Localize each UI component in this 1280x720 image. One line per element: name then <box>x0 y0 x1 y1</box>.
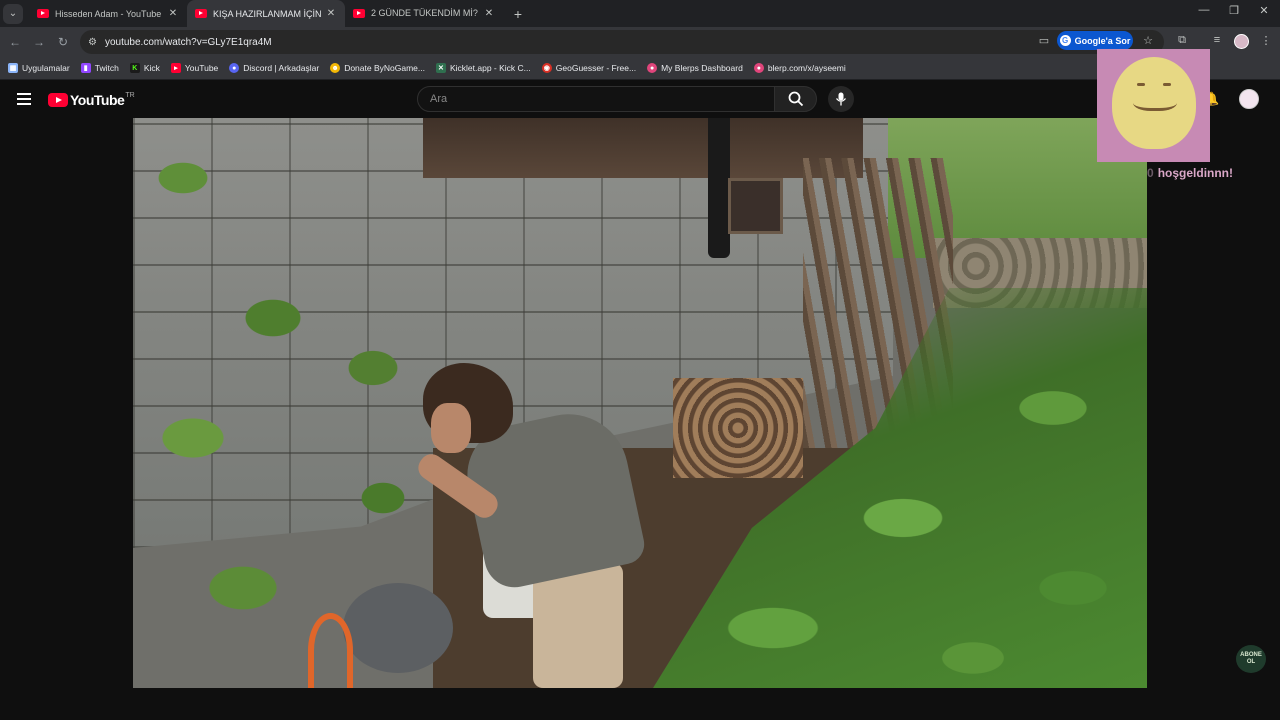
sticker-eye <box>1137 83 1145 86</box>
tab-search-dropdown-icon[interactable]: ⌄ <box>3 3 23 24</box>
microphone-icon <box>835 92 847 106</box>
tab-title: Hisseden Adam - YouTube <box>55 8 162 19</box>
bookmark-label: Twitch <box>94 63 119 73</box>
bookmark-star-icon[interactable]: ☆ <box>1140 34 1156 47</box>
video-firewood-pile <box>673 378 803 478</box>
search-input[interactable]: Ara <box>417 86 775 112</box>
bookmark-item[interactable]: K Kick <box>129 63 160 73</box>
sticker-mouth <box>1133 91 1177 111</box>
bynogame-icon: ☻ <box>330 63 341 73</box>
youtube-wordmark: YouTube <box>70 92 125 108</box>
kicklet-icon: ✕ <box>435 63 446 73</box>
video-person-pants <box>533 563 623 688</box>
greeting-prefix: 0 <box>1147 166 1154 180</box>
bookmark-label: GeoGuesser - Free... <box>555 63 637 73</box>
sticker-eye <box>1163 83 1171 86</box>
blerp-icon: ● <box>647 63 658 73</box>
minimize-window-button[interactable]: — <box>1194 4 1214 16</box>
youtube-logo[interactable]: YouTube TR <box>48 92 135 108</box>
apps-icon: ▦ <box>8 63 18 73</box>
address-bar[interactable]: ⚙ youtube.com/watch?v=GLy7E1qra4M <box>80 30 1164 54</box>
extensions-icon[interactable]: ⧉ <box>1174 34 1190 47</box>
browser-toolbar: ← → ↻ ⚙ youtube.com/watch?v=GLy7E1qra4M … <box>0 27 1280 57</box>
blerp-icon: ● <box>753 63 764 73</box>
bookmark-label: Uygulamalar <box>22 63 70 73</box>
browser-tab-active[interactable]: KIŞA HAZIRLANMAM İÇİN 1 HA ✕ <box>187 0 345 27</box>
media-controls-icon[interactable]: ≡ <box>1209 34 1225 46</box>
reload-icon[interactable]: ↻ <box>51 35 75 49</box>
stream-greeting: 0 hoşgeldinnn! <box>1147 166 1233 180</box>
bookmark-item[interactable]: ☻ Donate ByNoGame... <box>330 63 425 73</box>
bookmark-label: Donate ByNoGame... <box>344 63 425 73</box>
bookmark-item[interactable]: ● Discord | Arkadaşlar <box>229 63 319 73</box>
forward-arrow-icon[interactable]: → <box>27 35 51 49</box>
bookmark-item[interactable]: ▮ Twitch <box>80 63 119 73</box>
new-tab-button[interactable]: + <box>509 6 527 22</box>
discord-icon: ● <box>229 63 240 73</box>
video-window <box>728 178 783 234</box>
browser-tab[interactable]: Hisseden Adam - YouTube ✕ <box>29 0 187 27</box>
bookmark-label: Kick <box>143 63 160 73</box>
tab-close-icon[interactable]: ✕ <box>167 8 179 19</box>
tab-title: 2 GÜNDE TÜKENDİM Mİ? ▯ | A <box>371 8 479 18</box>
video-stove-pipe <box>708 118 730 258</box>
search-icon <box>788 91 803 107</box>
browser-menu-icon[interactable]: ⋮ <box>1258 34 1274 47</box>
browser-tab-strip: ⌄ Hisseden Adam - YouTube ✕ KIŞA HAZIRLA… <box>0 0 1280 27</box>
bookmark-item[interactable]: ● My Blerps Dashboard <box>647 63 743 73</box>
restore-window-button[interactable]: ❐ <box>1224 4 1244 17</box>
country-code: TR <box>125 92 135 99</box>
bookmark-item[interactable]: ◉ GeoGuesser - Free... <box>541 63 637 73</box>
bookmark-item[interactable]: ● blerp.com/x/ayseemi <box>753 63 846 73</box>
bookmark-label: My Blerps Dashboard <box>661 63 743 73</box>
google-lens-icon: G <box>1059 35 1071 46</box>
voice-search-button[interactable] <box>828 86 854 112</box>
greeting-text: hoşgeldinnn! <box>1157 166 1234 180</box>
cast-icon[interactable]: ▭ <box>1036 34 1052 47</box>
bookmark-item[interactable]: ▸ YouTube <box>170 63 219 73</box>
bookmark-item[interactable]: ▦ Uygulamalar <box>8 63 70 73</box>
geoguessr-icon: ◉ <box>541 63 552 73</box>
google-ask-label: Google'a Sor <box>1074 35 1131 46</box>
stream-overlay-sticker <box>1097 49 1210 162</box>
video-roof <box>423 118 863 178</box>
twitch-icon: ▮ <box>80 63 91 73</box>
close-window-button[interactable]: ✕ <box>1254 4 1274 17</box>
youtube-favicon-icon <box>353 9 365 18</box>
video-plants-left <box>133 118 453 688</box>
bookmark-label: Discord | Arkadaşlar <box>243 63 320 73</box>
bookmarks-bar: ▦ Uygulamalar ▮ Twitch K Kick ▸ YouTube ● Dis… <box>0 57 1280 80</box>
kick-icon: K <box>129 63 140 73</box>
site-info-icon[interactable]: ⚙ <box>88 37 97 48</box>
google-ask-button[interactable]: G Google'a Sor <box>1057 31 1133 50</box>
subscribe-watermark[interactable]: ABONE OL <box>1236 645 1266 673</box>
tab-title: KIŞA HAZIRLANMAM İÇİN 1 HA <box>213 8 321 19</box>
browser-profile-avatar[interactable] <box>1234 34 1249 49</box>
video-player[interactable] <box>133 118 1147 688</box>
search-button[interactable] <box>774 86 817 112</box>
bookmark-label: YouTube <box>184 63 219 73</box>
youtube-play-icon <box>48 93 68 107</box>
browser-tab[interactable]: 2 GÜNDE TÜKENDİM Mİ? ▯ | A ✕ <box>345 0 503 27</box>
bookmark-label: Kicklet.app - Kick C... <box>449 63 531 73</box>
bookmark-item[interactable]: ✕ Kicklet.app - Kick C... <box>435 63 531 73</box>
youtube-account-avatar[interactable] <box>1239 89 1259 109</box>
youtube-favicon-icon <box>195 9 207 18</box>
youtube-icon: ▸ <box>170 63 181 73</box>
youtube-favicon-icon <box>37 9 49 18</box>
guide-menu-icon[interactable] <box>17 93 31 108</box>
back-arrow-icon[interactable]: ← <box>3 35 27 49</box>
bookmark-label: blerp.com/x/ayseemi <box>767 63 846 73</box>
tab-close-icon[interactable]: ✕ <box>325 8 337 19</box>
tab-close-icon[interactable]: ✕ <box>483 8 495 19</box>
youtube-header: YouTube TR Ara 🔔 <box>0 80 1280 118</box>
address-url[interactable]: youtube.com/watch?v=GLy7E1qra4M <box>105 37 272 48</box>
